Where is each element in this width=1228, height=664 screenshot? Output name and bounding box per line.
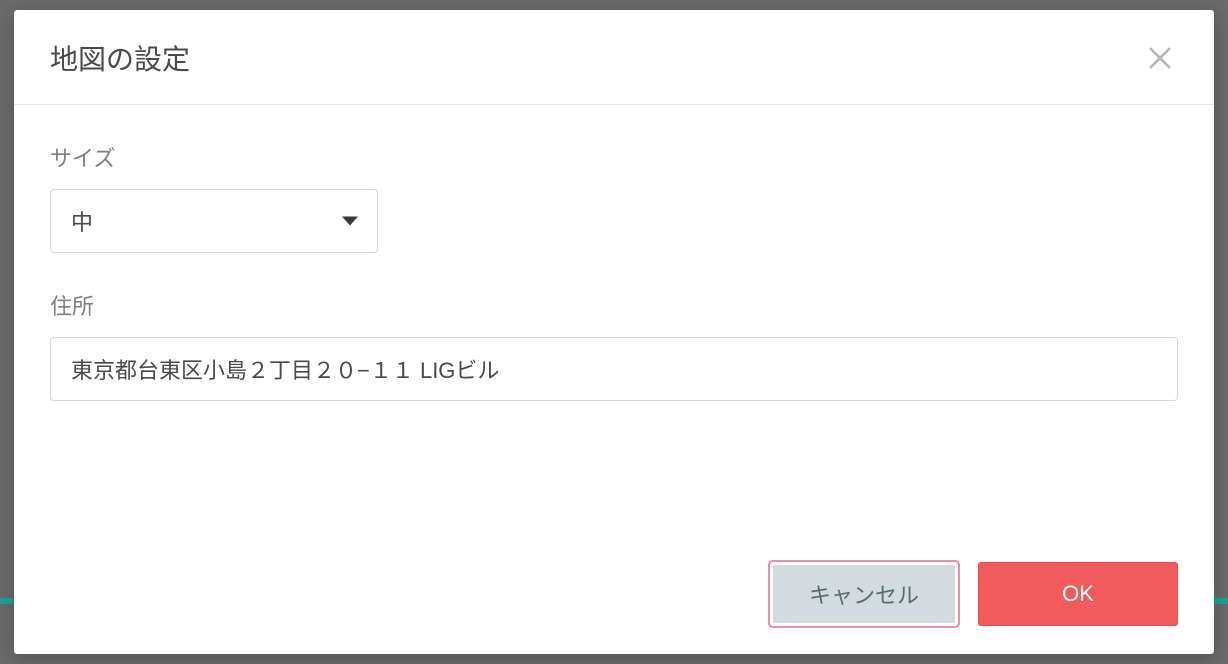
ok-button[interactable]: OK (978, 562, 1178, 626)
cancel-button[interactable]: キャンセル (770, 562, 958, 626)
close-button[interactable] (1142, 40, 1178, 76)
dialog-header: 地図の設定 (14, 10, 1214, 105)
size-select-value: 中 (71, 205, 93, 237)
dialog-title: 地図の設定 (50, 38, 190, 78)
address-field-group: 住所 (50, 289, 1178, 401)
dialog-body: サイズ 中 住所 (14, 105, 1214, 542)
address-label: 住所 (50, 289, 1178, 321)
size-field-group: サイズ 中 (50, 141, 1178, 253)
map-settings-dialog: 地図の設定 サイズ 中 住所 キャンセル OK (14, 10, 1214, 654)
close-icon (1145, 43, 1175, 73)
dialog-footer: キャンセル OK (14, 542, 1214, 654)
address-input[interactable] (50, 337, 1178, 401)
size-select-wrapper: 中 (50, 189, 378, 253)
size-label: サイズ (50, 141, 1178, 173)
size-select[interactable]: 中 (50, 189, 378, 253)
